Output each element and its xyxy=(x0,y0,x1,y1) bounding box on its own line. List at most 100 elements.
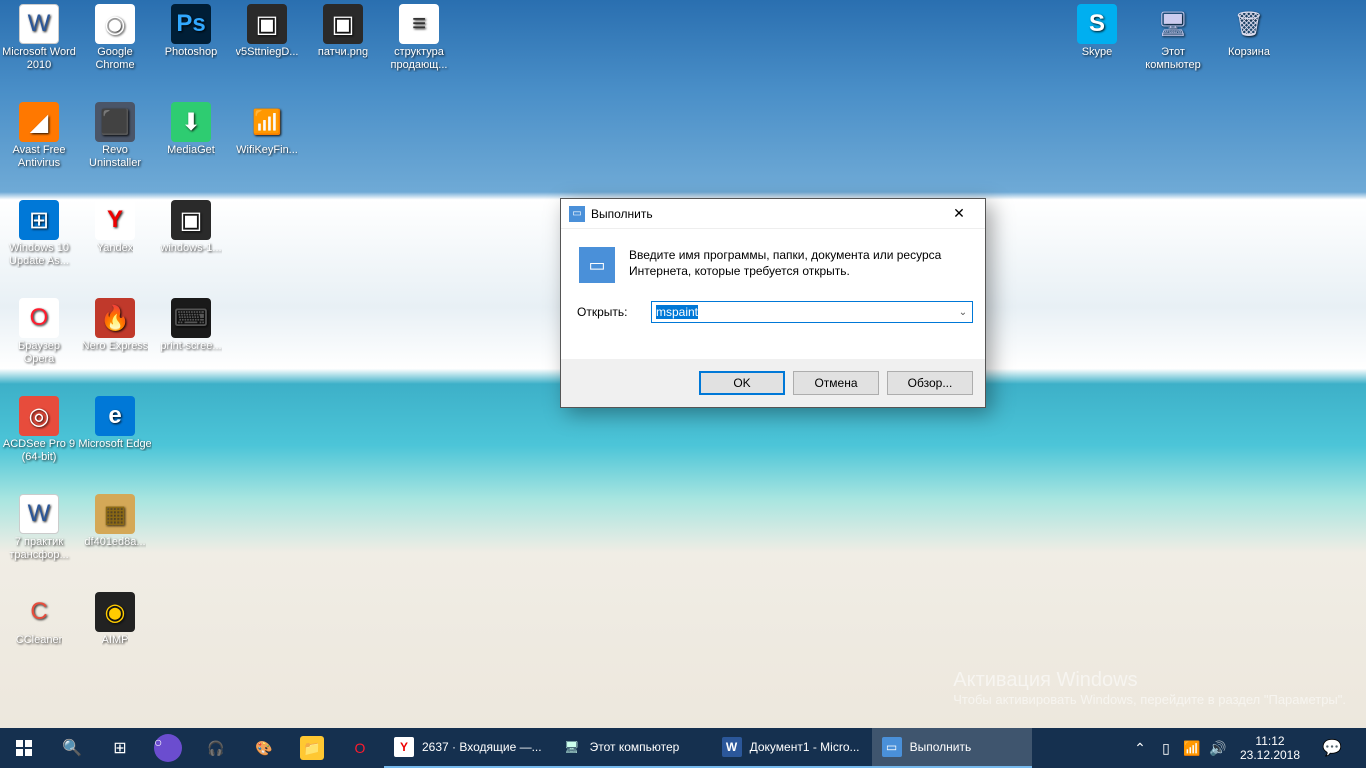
icon-label: структура продающ... xyxy=(382,46,456,72)
browse-button[interactable]: Обзор... xyxy=(887,371,973,395)
taskbar-app-icon: ▭ xyxy=(882,737,902,757)
app-icon: 🔥 xyxy=(95,298,135,338)
app-icon: e xyxy=(95,396,135,436)
app-icon: ◉ xyxy=(95,592,135,632)
app-icon: ⬇ xyxy=(171,102,211,142)
run-description: Введите имя программы, папки, документа … xyxy=(629,247,973,283)
desktop-icon[interactable]: PsPhotoshop xyxy=(154,4,228,59)
app-icon: ⬛ xyxy=(95,102,135,142)
desktop-icon[interactable]: ⌨print-scree... xyxy=(154,298,228,353)
watermark-title: Активация Windows xyxy=(953,669,1346,692)
system-tray: ⌃ ▯ 📶 🔊 11:12 23.12.2018 💬 xyxy=(1128,728,1366,768)
app-icon: ◎ xyxy=(19,396,59,436)
pin-file-explorer[interactable]: 📁 xyxy=(288,728,336,768)
desktop-icon[interactable]: ⬇ MediaGet xyxy=(154,102,228,157)
app-icon: ▣ xyxy=(247,4,287,44)
start-button[interactable] xyxy=(0,728,48,768)
desktop-icon[interactable]: W7 практик трансфор... xyxy=(2,494,76,562)
desktop-icon[interactable]: ◎ACDSee Pro 9 (64-bit) xyxy=(2,396,76,464)
desktop-icon[interactable]: 🖥Этот компьютер xyxy=(1136,4,1210,72)
desktop-icon[interactable]: Y Yandex xyxy=(78,200,152,255)
icon-label: Avast Free Antivirus xyxy=(2,144,76,170)
desktop-icon[interactable]: CCCleaner xyxy=(2,592,76,647)
tray-volume-icon[interactable]: 🔊 xyxy=(1206,728,1230,768)
desktop-icon[interactable]: e Microsoft Edge xyxy=(78,396,152,451)
taskbar: 🔍 ⊞ ○ 🎧 🎨 📁 O Y 2637 · Входящие —... 🖥Этот… xyxy=(0,728,1366,768)
desktop-icon[interactable]: ▦df401ed8a... xyxy=(78,494,152,549)
pin-opera[interactable]: O xyxy=(336,728,384,768)
desktop-icon[interactable]: ⬛Revo Uninstaller xyxy=(78,102,152,170)
app-icon: 🗑 xyxy=(1229,4,1269,44)
taskbar-app-button[interactable]: W Документ1 - Micro... xyxy=(712,728,872,768)
taskbar-app-label: Документ1 - Micro... xyxy=(750,740,860,754)
icon-label: windows-1... xyxy=(160,242,221,255)
desktop-icon[interactable]: SSkype xyxy=(1060,4,1134,59)
watermark-line: Чтобы активировать Windows, перейдите в … xyxy=(953,692,1346,708)
close-icon[interactable]: ✕ xyxy=(939,200,979,228)
cortana-button[interactable]: ○ xyxy=(154,734,182,762)
desktop-icon[interactable]: 🗑 Корзина xyxy=(1212,4,1286,59)
taskbar-app-button[interactable]: 🖥Этот компьютер xyxy=(552,728,712,768)
task-view-button[interactable]: ⊞ xyxy=(96,728,144,768)
desktop-icon[interactable]: ◉Google Chrome xyxy=(78,4,152,72)
run-body-icon: ▭ xyxy=(579,247,615,283)
chevron-down-icon[interactable]: ⌄ xyxy=(954,302,972,322)
app-icon: 🖥 xyxy=(1153,4,1193,44)
desktop-icon[interactable]: 📶WifiKeyFin... xyxy=(230,102,304,157)
tray-battery-icon[interactable]: ▯ xyxy=(1154,728,1178,768)
desktop-icon[interactable]: ◢Avast Free Antivirus xyxy=(2,102,76,170)
icon-label: WifiKeyFin... xyxy=(236,144,298,157)
desktop-icon[interactable]: OБраузер Opera xyxy=(2,298,76,366)
desktop-icon[interactable]: ≡структура продающ... xyxy=(382,4,456,72)
icon-label: Photoshop xyxy=(165,46,218,59)
icon-label: Этот компьютер xyxy=(1136,46,1210,72)
app-icon: W xyxy=(19,494,59,534)
icon-label: Microsoft Edge xyxy=(78,438,151,451)
tray-wifi-icon[interactable]: 📶 xyxy=(1180,728,1204,768)
icon-label: MediaGet xyxy=(167,144,215,157)
cancel-button[interactable]: Отмена xyxy=(793,371,879,395)
desktop-icon[interactable]: ▣патчи.png xyxy=(306,4,380,59)
desktop-icon[interactable]: WMicrosoft Word 2010 xyxy=(2,4,76,72)
run-input[interactable] xyxy=(652,302,954,322)
run-titlebar[interactable]: ▭ Выполнить ✕ xyxy=(561,199,985,229)
desktop-icon[interactable]: ▣v5SttniegD... xyxy=(230,4,304,59)
app-icon: ≡ xyxy=(399,4,439,44)
tray-chevron-up-icon[interactable]: ⌃ xyxy=(1128,728,1152,768)
taskbar-clock[interactable]: 11:12 23.12.2018 xyxy=(1232,734,1308,762)
taskbar-app-button[interactable]: ▭Выполнить xyxy=(872,728,1032,768)
icon-label: Google Chrome xyxy=(78,46,152,72)
desktop-icon[interactable]: ◉AIMP xyxy=(78,592,152,647)
pin-paint[interactable]: 🎨 xyxy=(240,728,288,768)
taskbar-app-label: 2637 · Входящие —... xyxy=(422,740,542,754)
search-button[interactable]: 🔍 xyxy=(48,728,96,768)
ok-button[interactable]: OK xyxy=(699,371,785,395)
desktop-icon[interactable]: 🔥 Nero Express xyxy=(78,298,152,353)
action-center-icon[interactable]: 💬 xyxy=(1310,738,1354,758)
icon-label: ACDSee Pro 9 (64-bit) xyxy=(2,438,76,464)
icon-label: Корзина xyxy=(1228,46,1270,59)
app-icon: ◢ xyxy=(19,102,59,142)
icon-label: 7 практик трансфор... xyxy=(2,536,76,562)
desktop-icon[interactable]: ▣ windows-1... xyxy=(154,200,228,255)
desktop-icon[interactable]: ⊞Windows 10 Update As... xyxy=(2,200,76,268)
run-button-row: OK Отмена Обзор... xyxy=(561,359,985,407)
taskbar-app-label: Этот компьютер xyxy=(590,740,680,754)
run-title: Выполнить xyxy=(591,207,939,221)
icon-label: CCleaner xyxy=(16,634,62,647)
taskbar-app-icon: W xyxy=(722,737,742,757)
icon-label: Yandex xyxy=(97,242,134,255)
icon-label: Revo Uninstaller xyxy=(78,144,152,170)
app-icon: ▦ xyxy=(95,494,135,534)
app-icon: ▣ xyxy=(171,200,211,240)
icon-label: Windows 10 Update As... xyxy=(2,242,76,268)
pin-headphones[interactable]: 🎧 xyxy=(192,728,240,768)
icon-label: Skype xyxy=(1082,46,1113,59)
app-icon: ◉ xyxy=(95,4,135,44)
icon-label: Nero Express xyxy=(82,340,149,353)
app-icon: Y xyxy=(95,200,135,240)
run-combobox[interactable]: ⌄ xyxy=(651,301,973,323)
taskbar-app-button[interactable]: Y 2637 · Входящие —... xyxy=(384,728,552,768)
taskbar-app-icon: Y xyxy=(394,737,414,757)
app-icon: ▣ xyxy=(323,4,363,44)
